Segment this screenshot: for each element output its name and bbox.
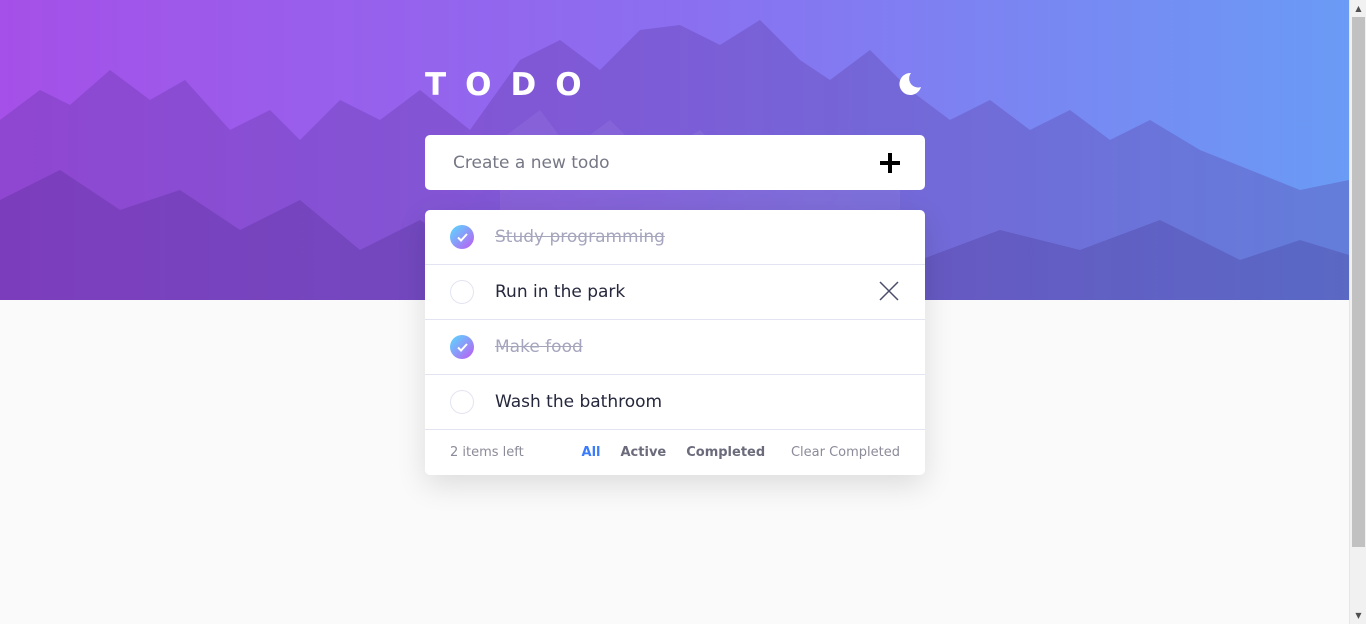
list-footer: 2 items left All Active Completed Clear …	[425, 430, 925, 475]
moon-icon[interactable]	[897, 71, 925, 99]
scrollbar-thumb[interactable]	[1352, 17, 1365, 547]
new-todo-bar	[425, 135, 925, 190]
checkbox[interactable]	[450, 280, 474, 304]
filter-group: All Active Completed	[582, 445, 766, 460]
scrollbar[interactable]: ▲ ▼	[1349, 0, 1366, 624]
filter-all-button[interactable]: All	[582, 445, 601, 460]
check-icon	[456, 232, 468, 242]
todo-text: Make food	[495, 337, 583, 357]
filter-completed-button[interactable]: Completed	[686, 445, 765, 460]
todo-text: Run in the park	[495, 282, 626, 302]
checkbox[interactable]	[450, 390, 474, 414]
items-left-count: 2 items left	[450, 445, 524, 460]
app-title: TODO	[425, 67, 601, 103]
app-header: TODO	[425, 60, 925, 108]
scroll-down-arrow-icon[interactable]: ▼	[1350, 607, 1366, 624]
filter-active-button[interactable]: Active	[621, 445, 667, 460]
todo-item[interactable]: Wash the bathroom	[425, 375, 925, 430]
todo-item[interactable]: Run in the park	[425, 265, 925, 320]
todo-item[interactable]: Study programming	[425, 210, 925, 265]
completed-checkbox[interactable]	[450, 335, 474, 359]
new-todo-input[interactable]	[453, 152, 879, 173]
completed-checkbox[interactable]	[450, 225, 474, 249]
check-icon	[456, 342, 468, 352]
close-icon[interactable]	[879, 281, 901, 303]
todo-list: Study programming Run in the park Make f…	[425, 210, 925, 475]
plus-icon[interactable]	[879, 152, 901, 174]
todo-text: Wash the bathroom	[495, 392, 663, 412]
todo-text: Study programming	[495, 227, 665, 247]
scroll-up-arrow-icon[interactable]: ▲	[1350, 0, 1366, 17]
todo-item[interactable]: Make food	[425, 320, 925, 375]
todo-app: TODO Study programming Run i	[425, 60, 925, 475]
clear-completed-button[interactable]: Clear Completed	[791, 445, 900, 460]
